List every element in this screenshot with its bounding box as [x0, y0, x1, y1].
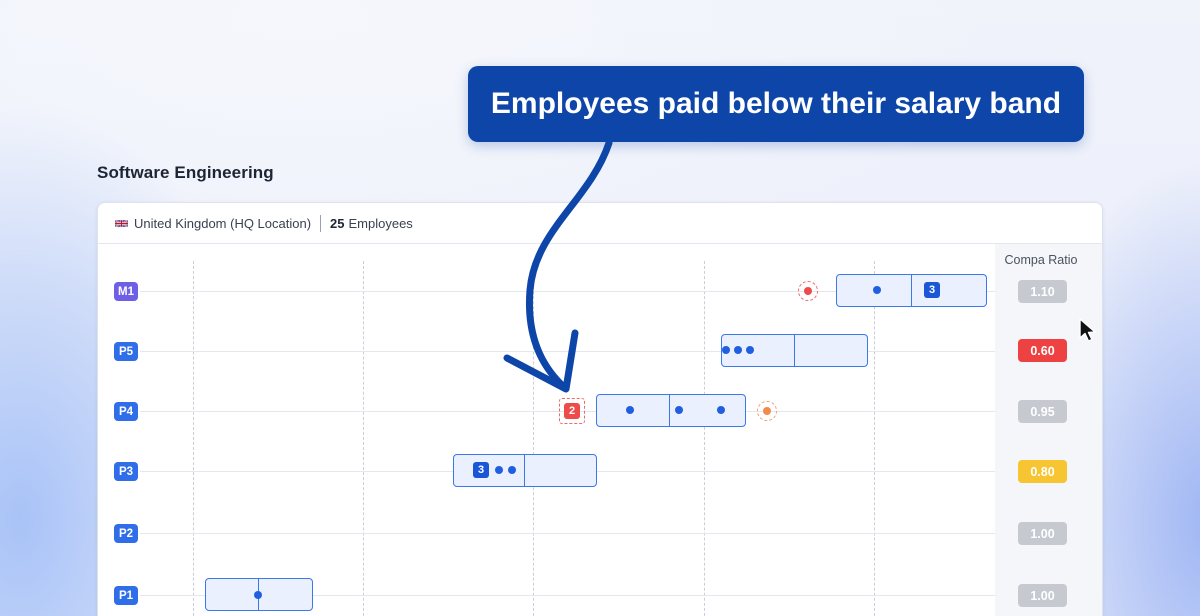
band-midpoint — [794, 335, 795, 366]
outlier-marker[interactable] — [757, 401, 777, 421]
level-badge-p3: P3 — [114, 462, 138, 481]
row-line — [140, 533, 995, 534]
compa-ratio-p4: 0.95 — [1018, 400, 1067, 423]
level-badge-p5: P5 — [114, 342, 138, 361]
callout-banner: Employees paid below their salary band — [468, 66, 1084, 142]
compa-ratio-p1: 1.00 — [1018, 584, 1067, 607]
compa-ratio-p5: 0.60 — [1018, 339, 1067, 362]
outlier-marker[interactable] — [798, 281, 818, 301]
employee-cluster-badge[interactable]: 3 — [924, 282, 940, 298]
employee-dot[interactable] — [495, 466, 503, 474]
employee-count: 25 — [330, 215, 345, 231]
callout-text: Employees paid below their salary band — [490, 87, 1062, 120]
employee-dot[interactable] — [675, 406, 683, 414]
band-midpoint — [669, 395, 670, 426]
level-badge-p4: P4 — [114, 402, 138, 421]
band-midpoint — [911, 275, 912, 306]
level-badge-p2: P2 — [114, 524, 138, 543]
employee-dot[interactable] — [626, 406, 634, 414]
employee-dot[interactable] — [722, 346, 730, 354]
location-label[interactable]: United Kingdom (HQ Location) — [134, 216, 311, 231]
grid-line — [533, 261, 534, 616]
salary-band-p1[interactable] — [205, 578, 313, 611]
salary-band-p4[interactable] — [596, 394, 746, 427]
salary-band-p5[interactable] — [721, 334, 868, 367]
compa-ratio-p3: 0.80 — [1018, 460, 1067, 483]
below-band-cluster-badge[interactable]: 2 — [564, 403, 580, 419]
employee-cluster-badge[interactable]: 3 — [473, 462, 489, 478]
section-title: Software Engineering — [97, 163, 274, 182]
grid-line — [874, 261, 875, 616]
band-midpoint — [524, 455, 525, 486]
employee-dot[interactable] — [734, 346, 742, 354]
employee-count-label: Employees — [348, 215, 413, 231]
card-header: United Kingdom (HQ Location) 25 Employee… — [98, 203, 1102, 244]
compa-ratio-header: Compa Ratio — [1004, 253, 1078, 267]
salary-band-m1[interactable]: 3 — [836, 274, 987, 307]
compa-ratio-p2: 1.00 — [1018, 522, 1067, 545]
grid-line — [704, 261, 705, 616]
salary-band-card: United Kingdom (HQ Location) 25 Employee… — [97, 202, 1103, 616]
employee-dot[interactable] — [717, 406, 725, 414]
header-divider — [320, 214, 322, 232]
employee-dot[interactable] — [508, 466, 516, 474]
grid-line — [363, 261, 364, 616]
grid-line — [193, 261, 194, 616]
salary-band-p3[interactable]: 3 — [453, 454, 597, 487]
mouse-pointer-icon — [1079, 318, 1096, 342]
compa-ratio-m1: 1.10 — [1018, 280, 1067, 303]
employee-dot[interactable] — [873, 286, 881, 294]
employee-dot[interactable] — [746, 346, 754, 354]
uk-flag-icon — [115, 219, 128, 227]
level-badge-p1: P1 — [114, 586, 138, 605]
level-badge-m1: M1 — [114, 282, 138, 301]
employee-dot[interactable] — [254, 591, 262, 599]
